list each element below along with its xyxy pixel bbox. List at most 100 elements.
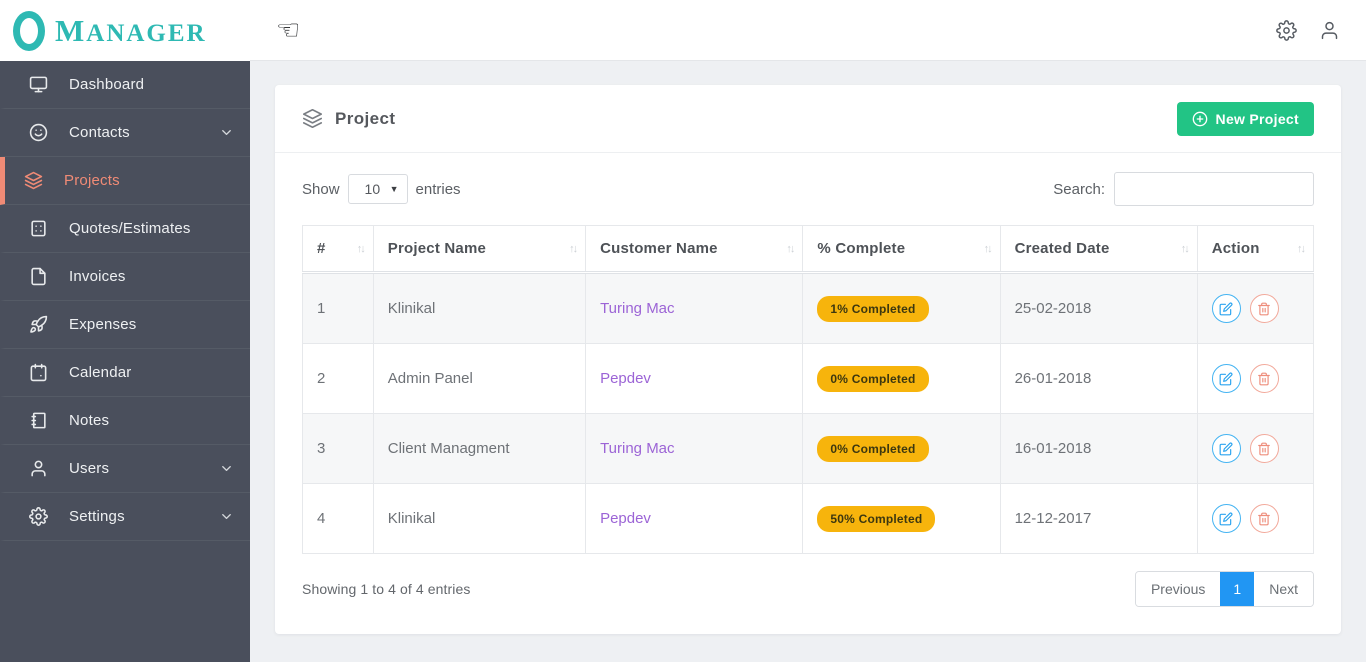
sidebar-item-label: Users (69, 460, 110, 477)
column-header-project-name[interactable]: Project Name (372, 225, 587, 274)
sort-icon (569, 243, 576, 255)
app-logo[interactable]: Manager (0, 0, 250, 61)
project-name-cell: Klinikal (372, 483, 587, 554)
page-title: Project (335, 108, 396, 128)
chevron-down-icon (219, 461, 234, 476)
edit-icon (1219, 372, 1233, 385)
delete-button[interactable] (1249, 294, 1279, 323)
sidebar: Manager Dashboard Contacts (0, 0, 250, 662)
sidebar-item-invoices[interactable]: Invoices (0, 253, 250, 301)
monitor-icon (29, 75, 49, 95)
completion-badge: 50% Completed (817, 505, 936, 532)
sidebar-item-label: Notes (69, 412, 110, 429)
smiley-icon (29, 123, 49, 143)
table-footer: Showing 1 to 4 of 4 entries Previous 1 N… (302, 571, 1314, 607)
sidebar-nav: Dashboard Contacts Projects Quotes/Estim… (0, 61, 250, 541)
table-header-row: # Project Name Customer Name % Complete … (302, 225, 1315, 274)
sort-icon (357, 243, 364, 255)
sidebar-item-label: Dashboard (69, 76, 145, 93)
sidebar-item-label: Settings (69, 508, 125, 525)
edit-button[interactable] (1211, 294, 1241, 323)
project-name-cell: Admin Panel (372, 343, 587, 414)
hand-pointer-icon[interactable]: ☜ (276, 17, 300, 44)
sort-icon (1297, 243, 1304, 255)
column-header-action[interactable]: Action (1196, 225, 1315, 274)
rocket-icon (29, 315, 49, 335)
page-size-select-wrap: 10 (347, 174, 408, 204)
sidebar-item-calendar[interactable]: Calendar (0, 349, 250, 397)
app-root: Manager Dashboard Contacts (0, 0, 1366, 662)
entries-summary: Showing 1 to 4 of 4 entries (302, 581, 471, 597)
new-project-label: New Project (1215, 110, 1299, 127)
projects-table: # Project Name Customer Name % Complete … (302, 225, 1315, 554)
plus-circle-icon (1192, 111, 1207, 126)
edit-icon (1219, 512, 1233, 525)
sidebar-item-users[interactable]: Users (0, 445, 250, 493)
sidebar-item-projects[interactable]: Projects (0, 157, 250, 205)
trash-icon (1258, 372, 1271, 385)
trash-icon (1258, 512, 1271, 525)
project-card: Project New Project Show 10 ▼ entries Se… (275, 85, 1341, 634)
edit-button[interactable] (1211, 434, 1241, 463)
customer-link[interactable]: Pepdev (600, 510, 651, 527)
column-header-created-date[interactable]: Created Date (999, 225, 1198, 274)
sidebar-item-label: Quotes/Estimates (69, 220, 191, 237)
table-row: 1 Klinikal Turing Mac 1% Completed 25-02… (302, 272, 1315, 344)
sidebar-item-label: Expenses (69, 316, 137, 333)
row-number: 4 (302, 483, 374, 554)
sidebar-item-notes[interactable]: Notes (0, 397, 250, 445)
layers-icon (302, 108, 323, 129)
search-label: Search: (1053, 180, 1105, 198)
notebook-icon (29, 411, 49, 431)
sidebar-item-quotes-estimates[interactable]: Quotes/Estimates (0, 205, 250, 253)
sidebar-item-dashboard[interactable]: Dashboard (0, 61, 250, 109)
trash-icon (1258, 302, 1271, 315)
pagination: Previous 1 Next (1134, 571, 1314, 607)
customer-link[interactable]: Pepdev (600, 370, 651, 387)
delete-button[interactable] (1249, 364, 1279, 393)
sidebar-item-settings[interactable]: Settings (0, 493, 250, 541)
new-project-button[interactable]: New Project (1176, 101, 1314, 136)
sidebar-item-contacts[interactable]: Contacts (0, 109, 250, 157)
completion-badge: 0% Completed (817, 435, 929, 462)
logo-o-icon (13, 10, 45, 51)
completion-badge: 1% Completed (817, 295, 929, 322)
chevron-down-icon (219, 125, 234, 140)
calendar-icon (29, 363, 49, 383)
row-number: 3 (302, 413, 374, 484)
customer-link[interactable]: Turing Mac (600, 300, 674, 317)
created-date-cell: 12-12-2017 (999, 483, 1198, 554)
pagination-previous-button[interactable]: Previous (1135, 572, 1221, 606)
project-name-cell: Klinikal (372, 272, 587, 344)
main-area: ☜ Project New Project Show 10 ▼ entries … (250, 0, 1366, 662)
column-header-number[interactable]: # (302, 225, 374, 274)
logo-text: Manager (55, 12, 207, 48)
delete-button[interactable] (1249, 434, 1279, 463)
pagination-page-1-button[interactable]: 1 (1220, 572, 1255, 606)
calculator-icon (29, 219, 49, 239)
edit-button[interactable] (1211, 504, 1241, 533)
column-header-customer-name[interactable]: Customer Name (585, 225, 804, 274)
layers-icon (24, 171, 44, 191)
project-name-cell: Client Managment (372, 413, 587, 484)
column-header-percent-complete[interactable]: % Complete (802, 225, 1001, 274)
page-size-select[interactable]: 10 (347, 174, 408, 204)
sidebar-item-expenses[interactable]: Expenses (0, 301, 250, 349)
search-input[interactable] (1114, 172, 1314, 206)
gear-icon[interactable] (1276, 19, 1297, 41)
chevron-down-icon (219, 509, 234, 524)
created-date-cell: 26-01-2018 (999, 343, 1198, 414)
table-row: 4 Klinikal Pepdev 50% Completed 12-12-20… (302, 483, 1315, 554)
created-date-cell: 16-01-2018 (999, 413, 1198, 484)
sidebar-item-label: Projects (64, 172, 120, 189)
table-controls: Show 10 entries Search: (302, 172, 1314, 206)
edit-button[interactable] (1211, 364, 1241, 393)
trash-icon (1258, 442, 1271, 455)
customer-link[interactable]: Turing Mac (600, 440, 674, 457)
delete-button[interactable] (1249, 504, 1279, 533)
edit-icon (1219, 302, 1233, 315)
entries-label: entries (415, 180, 461, 198)
user-icon[interactable] (1319, 20, 1340, 41)
pagination-next-button[interactable]: Next (1254, 572, 1313, 606)
sidebar-item-label: Calendar (69, 364, 132, 381)
